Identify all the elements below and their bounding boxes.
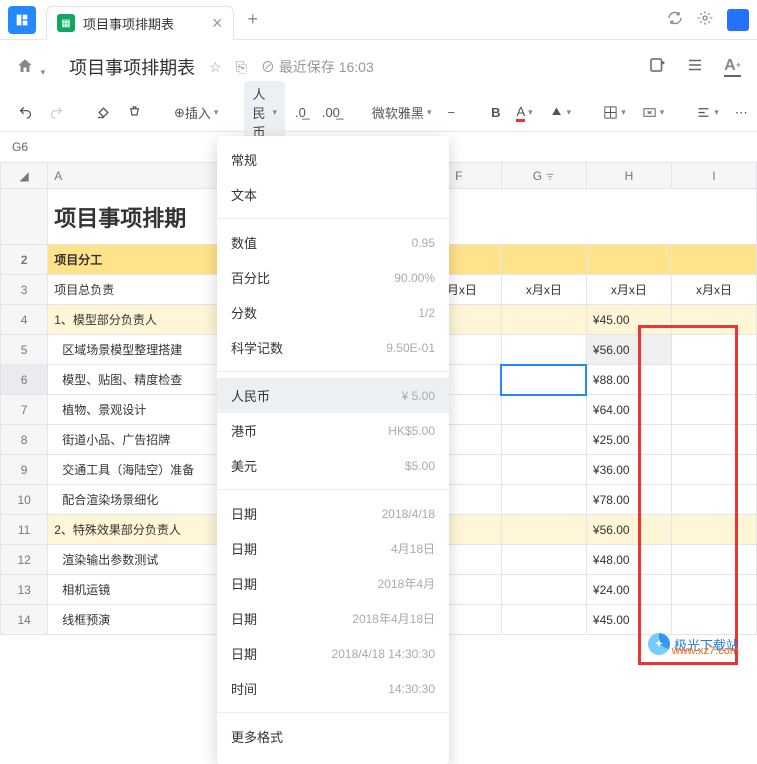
cell[interactable]: ¥25.00: [586, 425, 671, 455]
row-num[interactable]: 11: [1, 515, 48, 545]
row-num[interactable]: 14: [1, 605, 48, 635]
borders-button[interactable]: ▾: [597, 101, 632, 124]
undo-button[interactable]: [12, 101, 39, 124]
menu-item-more[interactable]: 更多格式: [217, 719, 449, 754]
avatar[interactable]: [727, 9, 749, 31]
menu-icon[interactable]: [686, 56, 704, 79]
menu-item-usd[interactable]: 美元$5.00: [217, 448, 449, 483]
menu-item-time[interactable]: 时间14:30:30: [217, 671, 449, 706]
bold-button[interactable]: B: [485, 101, 506, 124]
redo-button[interactable]: [43, 101, 70, 124]
merge-button[interactable]: ▾: [636, 101, 671, 124]
font-color-button[interactable]: A▾: [510, 100, 538, 126]
fill-color-button[interactable]: ▾: [543, 101, 578, 124]
watermark-logo: ✦: [648, 633, 670, 655]
col-H[interactable]: H: [586, 163, 671, 189]
selected-cell[interactable]: [501, 365, 586, 395]
row-num[interactable]: 6: [1, 365, 48, 395]
watermark: ✦ 极光下载站 www.xz7.com: [648, 633, 739, 655]
decimal-decrease-button[interactable]: .0̲: [289, 101, 312, 124]
row-num[interactable]: 3: [1, 275, 48, 305]
cell[interactable]: ¥45.00: [586, 305, 671, 335]
cell[interactable]: ¥36.00: [586, 455, 671, 485]
row-num[interactable]: 2: [1, 245, 48, 275]
folder-icon[interactable]: ⎘: [236, 59, 247, 76]
menu-item-cny[interactable]: 人民币¥ 5.00: [217, 378, 449, 413]
cell[interactable]: x月x日: [501, 275, 586, 305]
cell[interactable]: ¥45.00: [586, 605, 671, 635]
row-num[interactable]: 12: [1, 545, 48, 575]
row-num[interactable]: [1, 189, 48, 245]
cell[interactable]: ¥78.00: [586, 485, 671, 515]
star-icon[interactable]: ☆: [209, 59, 222, 76]
cell[interactable]: x月x日: [586, 275, 671, 305]
menu-item-percent[interactable]: 百分比90.00%: [217, 260, 449, 295]
document-tab[interactable]: ▦ 项目事项排期表 ×: [46, 6, 234, 40]
row-num[interactable]: 8: [1, 425, 48, 455]
row-num[interactable]: 9: [1, 455, 48, 485]
row-num[interactable]: 5: [1, 335, 48, 365]
menu-item-date1[interactable]: 日期2018/4/18: [217, 496, 449, 531]
row-num[interactable]: 7: [1, 395, 48, 425]
menu-item-date4[interactable]: 日期2018年4月18日: [217, 601, 449, 636]
menu-item-scientific[interactable]: 科学记数9.50E-01: [217, 330, 449, 365]
row-num[interactable]: 10: [1, 485, 48, 515]
col-G[interactable]: G: [501, 163, 586, 189]
corner-cell[interactable]: ◢: [1, 163, 48, 189]
menu-item-number[interactable]: 数值0.95: [217, 225, 449, 260]
cell[interactable]: ¥48.00: [586, 545, 671, 575]
settings-icon[interactable]: [697, 10, 713, 29]
page-title: 项目事项排期表: [69, 54, 195, 80]
number-format-selector[interactable]: 人民币▾: [244, 81, 285, 144]
share-icon[interactable]: [648, 56, 666, 79]
cell[interactable]: x月x日: [671, 275, 756, 305]
tab-title: 项目事项排期表: [83, 14, 174, 33]
row-num[interactable]: 4: [1, 305, 48, 335]
menu-item-fraction[interactable]: 分数1/2: [217, 295, 449, 330]
tab-add-button[interactable]: +: [248, 9, 259, 30]
font-selector[interactable]: 微软雅黑▾: [366, 99, 438, 126]
cell[interactable]: ¥64.00: [586, 395, 671, 425]
cell[interactable]: ¥56.00: [586, 335, 671, 365]
sheet-icon: ▦: [57, 14, 75, 32]
sync-icon[interactable]: [667, 10, 683, 29]
font-size-down[interactable]: −: [441, 101, 461, 124]
menu-item-date5[interactable]: 日期2018/4/18 14:30:30: [217, 636, 449, 671]
col-I[interactable]: I: [671, 163, 756, 189]
decimal-increase-button[interactable]: .00̲: [316, 101, 346, 124]
more-button[interactable]: ⋯: [729, 101, 754, 125]
menu-item-general[interactable]: 常规: [217, 142, 449, 177]
close-icon[interactable]: ×: [212, 13, 223, 34]
saved-status: ⊘ 最近保存 16:03: [261, 57, 374, 77]
number-format-menu: 常规 文本 数值0.95 百分比90.00% 分数1/2 科学记数9.50E-0…: [217, 136, 449, 764]
paint-format-button[interactable]: [90, 101, 117, 124]
insert-button[interactable]: ⊕ 插入▾: [168, 99, 224, 126]
menu-item-text[interactable]: 文本: [217, 177, 449, 212]
app-icon[interactable]: [8, 6, 36, 34]
row-num[interactable]: 13: [1, 575, 48, 605]
text-format-icon[interactable]: A⁺: [724, 57, 741, 77]
align-button[interactable]: ▾: [690, 101, 725, 124]
clear-format-button[interactable]: [121, 101, 148, 124]
cell[interactable]: ¥24.00: [586, 575, 671, 605]
menu-item-date3[interactable]: 日期2018年4月: [217, 566, 449, 601]
cell[interactable]: ¥88.00: [586, 365, 671, 395]
menu-item-date2[interactable]: 日期4月18日: [217, 531, 449, 566]
menu-item-hkd[interactable]: 港币HK$5.00: [217, 413, 449, 448]
cell[interactable]: ¥56.00: [586, 515, 671, 545]
home-icon[interactable]: ▾: [16, 57, 45, 78]
